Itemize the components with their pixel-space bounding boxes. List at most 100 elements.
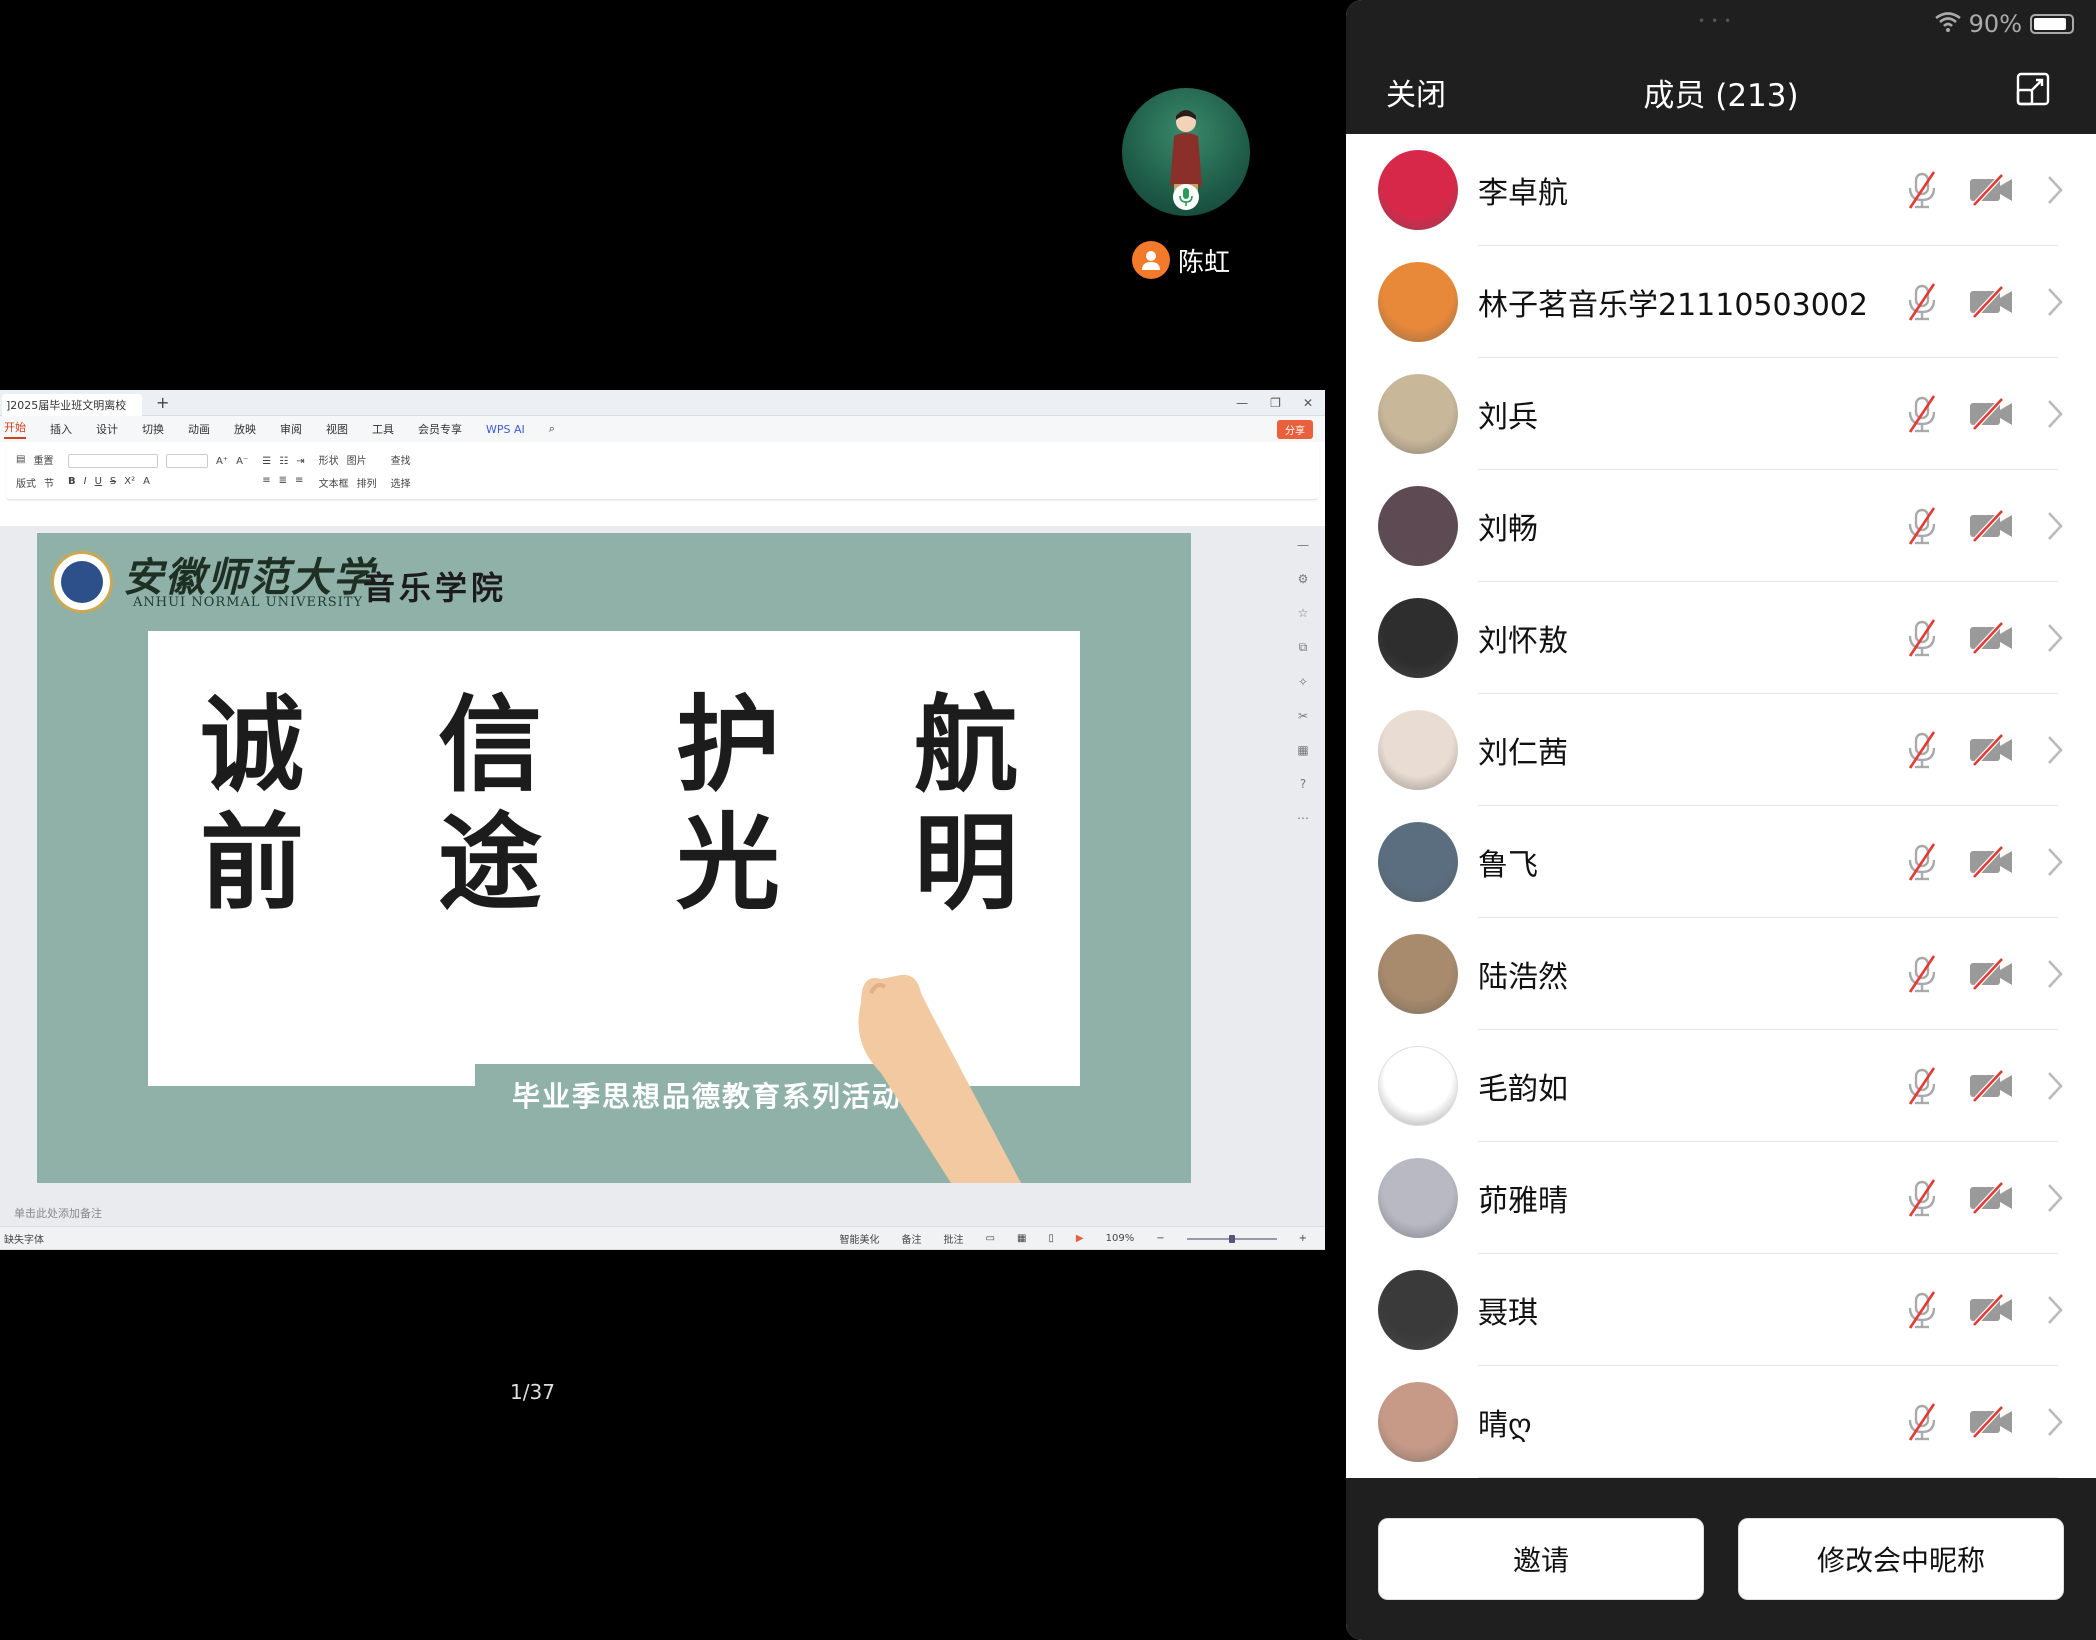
sidebar-tool-icon[interactable]: ✂ bbox=[1298, 709, 1308, 723]
camera-off-icon[interactable] bbox=[1968, 846, 2014, 878]
italic-icon[interactable]: I bbox=[84, 476, 87, 487]
document-tab[interactable]: ]2025届毕业班文明离校 bbox=[2, 393, 142, 416]
new-slide-icon[interactable]: ▤ bbox=[16, 454, 25, 465]
speaker-avatar[interactable] bbox=[1122, 88, 1250, 216]
zoom-in-icon[interactable]: + bbox=[1299, 1233, 1307, 1244]
member-row[interactable]: 聂琪 bbox=[1346, 1254, 2096, 1366]
sorter-view-icon[interactable]: ▦ bbox=[1017, 1233, 1026, 1244]
sidebar-minimize-icon[interactable]: — bbox=[1297, 538, 1309, 552]
close-window-icon[interactable]: ✕ bbox=[1303, 396, 1313, 410]
align-left-icon[interactable]: ≡ bbox=[262, 475, 270, 486]
mic-muted-icon[interactable] bbox=[1904, 1402, 1940, 1442]
zoom-slider[interactable] bbox=[1186, 1234, 1277, 1243]
camera-off-icon[interactable] bbox=[1968, 398, 2014, 430]
zoom-out-icon[interactable]: − bbox=[1156, 1233, 1164, 1244]
mic-muted-icon[interactable] bbox=[1904, 1066, 1940, 1106]
restore-window-icon[interactable]: ❐ bbox=[1270, 396, 1281, 410]
menu-insert[interactable]: 插入 bbox=[50, 421, 72, 437]
menu-animation[interactable]: 动画 bbox=[188, 421, 210, 437]
mic-muted-icon[interactable] bbox=[1904, 1178, 1940, 1218]
member-list[interactable]: 李卓航 林子茗音乐学21110503002 刘兵 刘畅 刘怀敖 刘仁茜 鲁飞 陆浩然 毛韵如 茆雅… bbox=[1346, 134, 2096, 1478]
menu-transition[interactable]: 切换 bbox=[142, 421, 164, 437]
current-slide[interactable]: 安徽师范大学 ANHUI NORMAL UNIVERSITY 音乐学院 诚 信 … bbox=[37, 533, 1191, 1183]
minimize-window-icon[interactable]: — bbox=[1236, 396, 1248, 410]
play-slideshow-icon[interactable]: ▶ bbox=[1076, 1233, 1084, 1244]
menu-view[interactable]: 视图 bbox=[326, 421, 348, 437]
mic-muted-icon[interactable] bbox=[1904, 506, 1940, 546]
chevron-right-icon[interactable] bbox=[2046, 958, 2064, 990]
camera-off-icon[interactable] bbox=[1968, 958, 2014, 990]
member-row[interactable]: 刘兵 bbox=[1346, 358, 2096, 470]
font-name-select[interactable] bbox=[68, 454, 158, 468]
member-row[interactable]: 李卓航 bbox=[1346, 134, 2096, 246]
camera-off-icon[interactable] bbox=[1968, 1294, 2014, 1326]
member-row[interactable]: 刘仁茜 bbox=[1346, 694, 2096, 806]
sidebar-settings-icon[interactable]: ⚙ bbox=[1298, 572, 1309, 586]
bullets-icon[interactable]: ☰ bbox=[262, 456, 271, 467]
notes-button[interactable]: 备注 bbox=[902, 1231, 922, 1246]
camera-off-icon[interactable] bbox=[1968, 174, 2014, 206]
member-row[interactable]: 茆雅晴 bbox=[1346, 1142, 2096, 1254]
sidebar-copy-icon[interactable]: ⧉ bbox=[1299, 640, 1308, 655]
camera-off-icon[interactable] bbox=[1968, 734, 2014, 766]
sidebar-more-icon[interactable]: ⋯ bbox=[1297, 811, 1309, 825]
mic-muted-icon[interactable] bbox=[1904, 842, 1940, 882]
beautify-button[interactable]: 智能美化 bbox=[840, 1231, 880, 1246]
arrange-button[interactable]: 排列 bbox=[357, 475, 377, 490]
normal-view-icon[interactable]: ▭ bbox=[986, 1233, 995, 1244]
select-button[interactable]: 选择 bbox=[391, 475, 411, 490]
menu-tools[interactable]: 工具 bbox=[372, 421, 394, 437]
member-row[interactable]: 刘畅 bbox=[1346, 470, 2096, 582]
strike-icon[interactable]: S bbox=[110, 476, 116, 487]
reading-view-icon[interactable]: ▯ bbox=[1048, 1233, 1054, 1244]
chevron-right-icon[interactable] bbox=[2046, 1406, 2064, 1438]
reset-button[interactable]: 重置 bbox=[33, 452, 53, 467]
chevron-right-icon[interactable] bbox=[2046, 398, 2064, 430]
font-grow-icon[interactable]: A⁺ bbox=[216, 456, 228, 467]
underline-icon[interactable]: U bbox=[95, 476, 102, 487]
shape-button[interactable]: 形状 bbox=[319, 452, 339, 467]
chevron-right-icon[interactable] bbox=[2046, 1070, 2064, 1102]
member-row[interactable]: 陆浩然 bbox=[1346, 918, 2096, 1030]
mic-muted-icon[interactable] bbox=[1904, 170, 1940, 210]
camera-off-icon[interactable] bbox=[1968, 1182, 2014, 1214]
mic-muted-icon[interactable] bbox=[1904, 618, 1940, 658]
float-window-icon[interactable] bbox=[2016, 72, 2050, 106]
align-center-icon[interactable]: ≣ bbox=[279, 475, 287, 486]
layout-button[interactable]: 版式 bbox=[16, 475, 36, 490]
find-button[interactable]: 查找 bbox=[391, 452, 411, 467]
numbering-icon[interactable]: ☷ bbox=[279, 456, 288, 467]
camera-off-icon[interactable] bbox=[1968, 622, 2014, 654]
zoom-value[interactable]: 109% bbox=[1106, 1233, 1135, 1244]
font-size-select[interactable] bbox=[166, 454, 208, 468]
sidebar-star-icon[interactable]: ☆ bbox=[1298, 606, 1309, 620]
member-row[interactable]: 刘怀敖 bbox=[1346, 582, 2096, 694]
sidebar-help-icon[interactable]: ? bbox=[1300, 777, 1306, 791]
indent-icon[interactable]: ⇥ bbox=[296, 456, 304, 467]
mic-muted-icon[interactable] bbox=[1904, 954, 1940, 994]
camera-off-icon[interactable] bbox=[1968, 1406, 2014, 1438]
camera-off-icon[interactable] bbox=[1968, 286, 2014, 318]
chevron-right-icon[interactable] bbox=[2046, 734, 2064, 766]
mic-muted-icon[interactable] bbox=[1904, 730, 1940, 770]
member-row[interactable]: 林子茗音乐学21110503002 bbox=[1346, 246, 2096, 358]
menu-member[interactable]: 会员专享 bbox=[418, 421, 462, 437]
chevron-right-icon[interactable] bbox=[2046, 1182, 2064, 1214]
picture-button[interactable]: 图片 bbox=[347, 452, 367, 467]
menu-wps-ai[interactable]: WPS AI bbox=[486, 423, 525, 436]
font-color-icon[interactable]: A bbox=[143, 476, 150, 487]
chevron-right-icon[interactable] bbox=[2046, 846, 2064, 878]
camera-off-icon[interactable] bbox=[1968, 510, 2014, 542]
member-row[interactable]: 晴ღ bbox=[1346, 1366, 2096, 1478]
mic-muted-icon[interactable] bbox=[1904, 394, 1940, 434]
mic-muted-icon[interactable] bbox=[1904, 282, 1940, 322]
shared-screen[interactable]: ]2025届毕业班文明离校 + — ❐ ✕ 开始 插入 设计 切换 动画 放映 … bbox=[0, 390, 1325, 1250]
align-right-icon[interactable]: ≡ bbox=[295, 475, 303, 486]
missing-font-label[interactable]: 缺失字体 bbox=[4, 1231, 44, 1246]
mic-muted-icon[interactable] bbox=[1904, 1290, 1940, 1330]
chevron-right-icon[interactable] bbox=[2046, 622, 2064, 654]
menu-home[interactable]: 开始 bbox=[4, 419, 26, 439]
comment-button[interactable]: 批注 bbox=[944, 1231, 964, 1246]
sidebar-book-icon[interactable]: ▦ bbox=[1297, 743, 1308, 757]
new-tab-icon[interactable]: + bbox=[156, 393, 169, 412]
